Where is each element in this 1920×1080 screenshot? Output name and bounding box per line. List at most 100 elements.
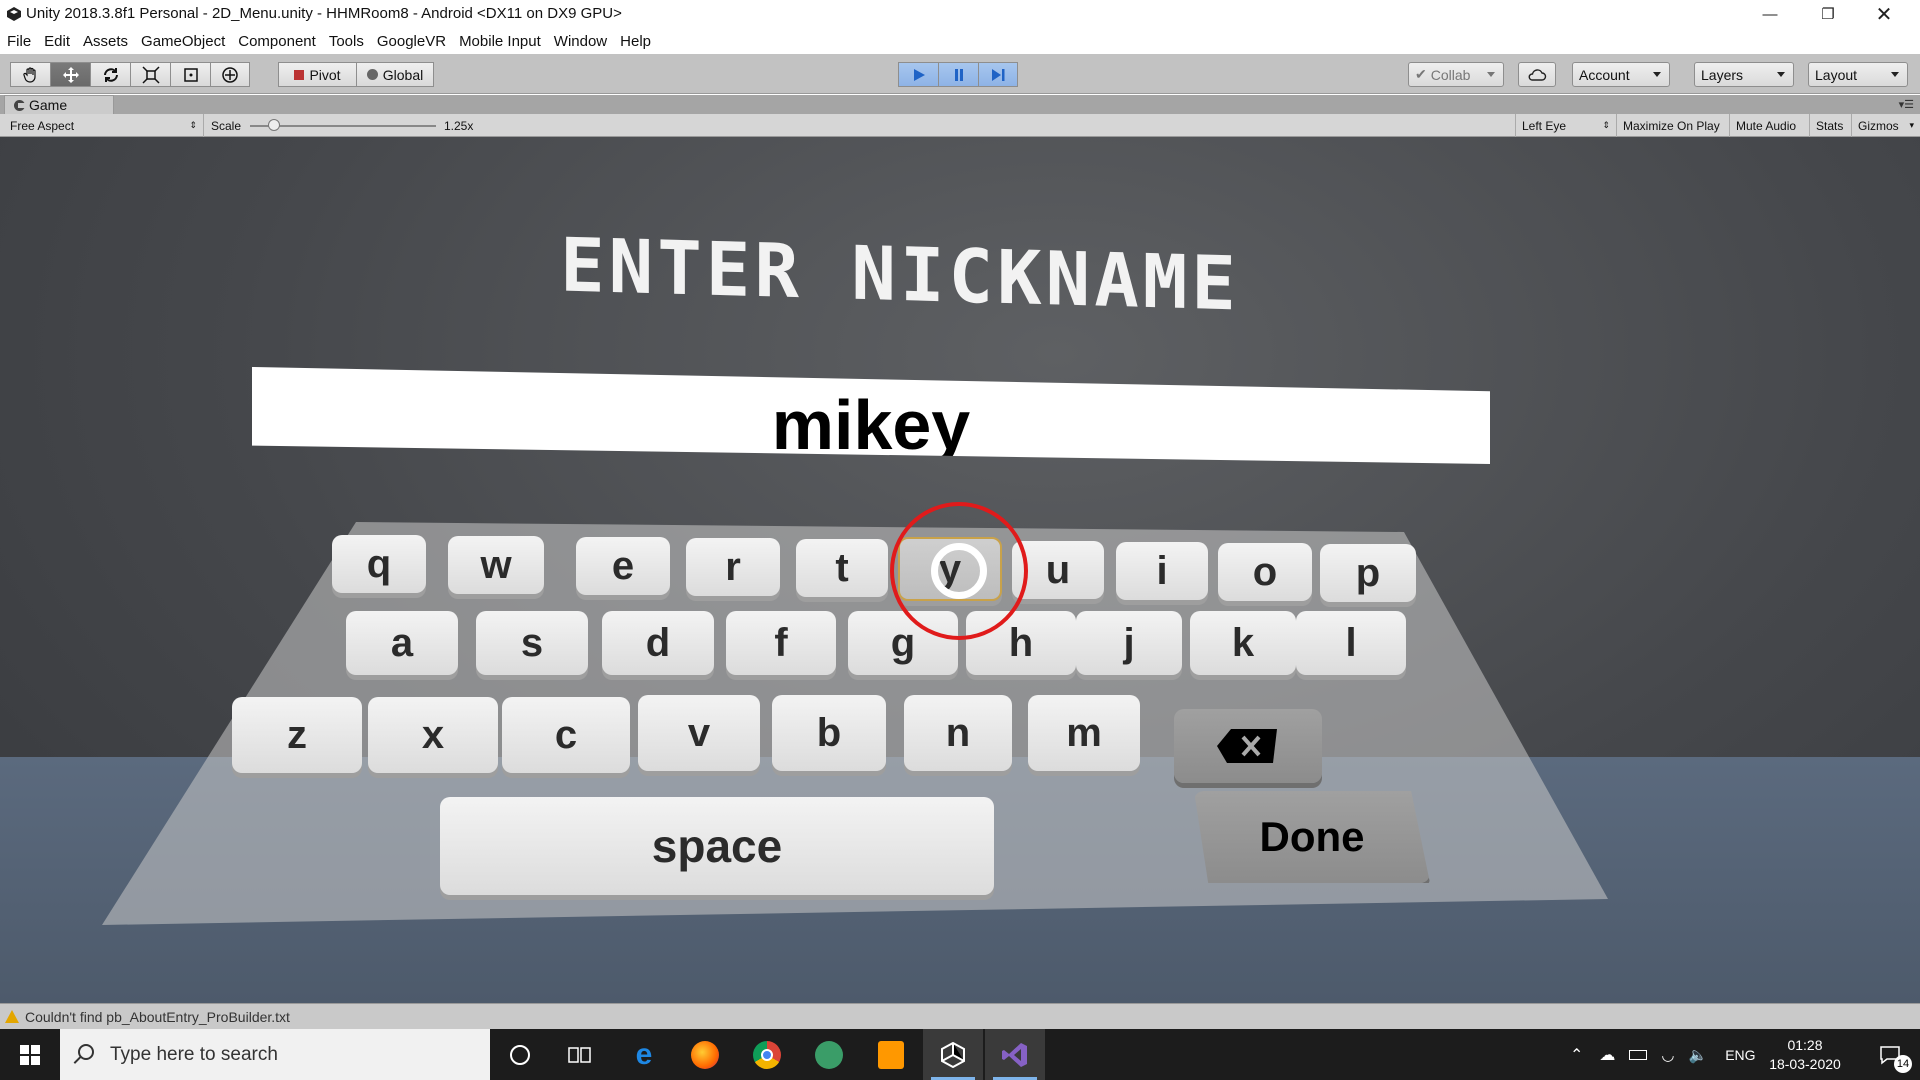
menu-edit[interactable]: Edit [44,33,70,50]
layout-dropdown[interactable]: Layout [1808,62,1908,87]
mute-audio-label: Mute Audio [1736,118,1797,133]
taskbar-clock[interactable]: 01:28 18-03-2020 [1758,1036,1852,1074]
tab-menu-icon[interactable]: ▾☰ [1899,98,1914,111]
system-tray: ⌃ ☁ ◡ 🔈 ENG [1570,1029,1756,1080]
mute-audio-toggle[interactable]: Mute Audio [1730,114,1810,137]
rotate-tool-button[interactable] [90,62,130,87]
atom-taskbar-button[interactable] [799,1029,859,1080]
onedrive-icon[interactable]: ☁ [1599,1045,1615,1065]
key-q[interactable]: q [332,535,426,593]
key-p[interactable]: p [1320,544,1416,602]
menu-mobile-input[interactable]: Mobile Input [459,33,541,50]
pivot-icon [294,69,305,80]
global-button[interactable]: Global [356,62,434,87]
key-m[interactable]: m [1028,695,1140,771]
pause-icon [954,68,963,81]
layers-dropdown[interactable]: Layers [1694,62,1794,87]
key-v[interactable]: v [638,695,760,771]
key-l[interactable]: l [1296,611,1406,675]
key-a[interactable]: a [346,611,458,675]
key-w[interactable]: w [448,536,544,594]
backspace-key[interactable] [1174,709,1322,783]
volume-icon[interactable]: 🔈 [1689,1046,1708,1064]
key-r[interactable]: r [686,538,780,596]
start-button[interactable] [0,1029,60,1080]
pivot-button[interactable]: Pivot [278,62,356,87]
key-s[interactable]: s [476,611,588,675]
task-view-button[interactable] [550,1029,610,1080]
tab-game-label: Game [29,97,68,113]
firefox-taskbar-button[interactable] [675,1029,735,1080]
close-button[interactable]: ✕ [1856,0,1912,28]
hand-icon [22,66,36,83]
cloud-button[interactable] [1518,62,1556,87]
edge-taskbar-button[interactable]: e [614,1029,674,1080]
key-b[interactable]: b [772,695,886,771]
scale-tool-button[interactable] [130,62,170,87]
key-o[interactable]: o [1218,543,1312,601]
game-view-toolbar: Free Aspect ⇕ Scale 1.25x Left Eye ⇕ Max… [0,114,1920,137]
key-d[interactable]: d [602,611,714,675]
tab-game[interactable]: Game [4,95,114,114]
collab-dropdown[interactable]: ✔ Collab [1408,62,1504,87]
play-button[interactable] [898,62,938,87]
pause-button[interactable] [938,62,978,87]
hand-tool-button[interactable] [10,62,50,87]
key-f[interactable]: f [726,611,836,675]
menu-window[interactable]: Window [554,33,607,50]
key-k[interactable]: k [1190,611,1296,675]
key-e[interactable]: e [576,537,670,595]
key-c[interactable]: c [502,697,630,773]
key-t[interactable]: t [796,539,888,597]
chrome-taskbar-button[interactable] [737,1029,797,1080]
menu-googlevr[interactable]: GoogleVR [377,33,446,50]
search-placeholder: Type here to search [110,1043,278,1065]
console-status-bar[interactable]: Couldn't find pb_AboutEntry_ProBuilder.t… [0,1003,1920,1029]
menu-file[interactable]: File [7,33,31,50]
aspect-dropdown[interactable]: Free Aspect ⇕ [4,114,204,137]
pivot-group: Pivot Global [278,62,434,87]
done-button[interactable]: Done [1194,791,1430,883]
eye-dropdown[interactable]: Left Eye ⇕ [1515,114,1617,137]
move-tool-button[interactable] [50,62,90,87]
restore-button[interactable]: ❐ [1800,0,1856,28]
cortana-button[interactable] [490,1029,550,1080]
key-x[interactable]: x [368,697,498,773]
menu-component[interactable]: Component [238,33,316,50]
visual-studio-taskbar-button[interactable] [985,1029,1045,1080]
taskbar-search[interactable]: Type here to search [60,1029,490,1080]
language-indicator[interactable]: ENG [1725,1047,1755,1063]
rect-tool-button[interactable] [170,62,210,87]
global-icon [366,69,378,80]
account-dropdown[interactable]: Account [1572,62,1670,87]
unity-taskbar-button[interactable] [923,1029,983,1080]
scale-slider-knob[interactable] [268,119,280,131]
search-icon [78,1044,94,1060]
chevron-up-icon[interactable]: ⌃ [1570,1045,1583,1065]
gizmos-dropdown[interactable]: Gizmos ▾ [1852,114,1918,137]
menu-gameobject[interactable]: GameObject [141,33,225,50]
edge-icon: e [635,1037,653,1071]
maximize-on-play-toggle[interactable]: Maximize On Play [1617,114,1730,137]
key-i[interactable]: i [1116,542,1208,600]
menu-assets[interactable]: Assets [83,33,128,50]
key-j[interactable]: j [1076,611,1182,675]
window-title: Unity 2018.3.8f1 Personal - 2D_Menu.unit… [26,5,622,22]
menu-help[interactable]: Help [620,33,651,50]
sublime-taskbar-button[interactable] [861,1029,921,1080]
key-n[interactable]: n [904,695,1012,771]
space-key[interactable]: space [440,797,994,895]
key-z[interactable]: z [232,697,362,773]
game-viewport[interactable]: ENTER NICKNAME mikey q w e r t y u i o p… [0,137,1920,1003]
step-button[interactable] [978,62,1018,87]
wifi-icon[interactable]: ◡ [1661,1046,1674,1064]
minimize-button[interactable]: — [1742,0,1798,28]
stats-toggle[interactable]: Stats [1810,114,1852,137]
transform-tool-button[interactable] [210,62,250,87]
scale-label: Scale [211,119,242,133]
battery-icon[interactable] [1629,1049,1648,1060]
updown-icon: ⇕ [1602,120,1610,130]
layout-label: Layout [1815,66,1858,83]
notifications-button[interactable]: 14 [1860,1029,1920,1080]
menu-tools[interactable]: Tools [329,33,364,50]
